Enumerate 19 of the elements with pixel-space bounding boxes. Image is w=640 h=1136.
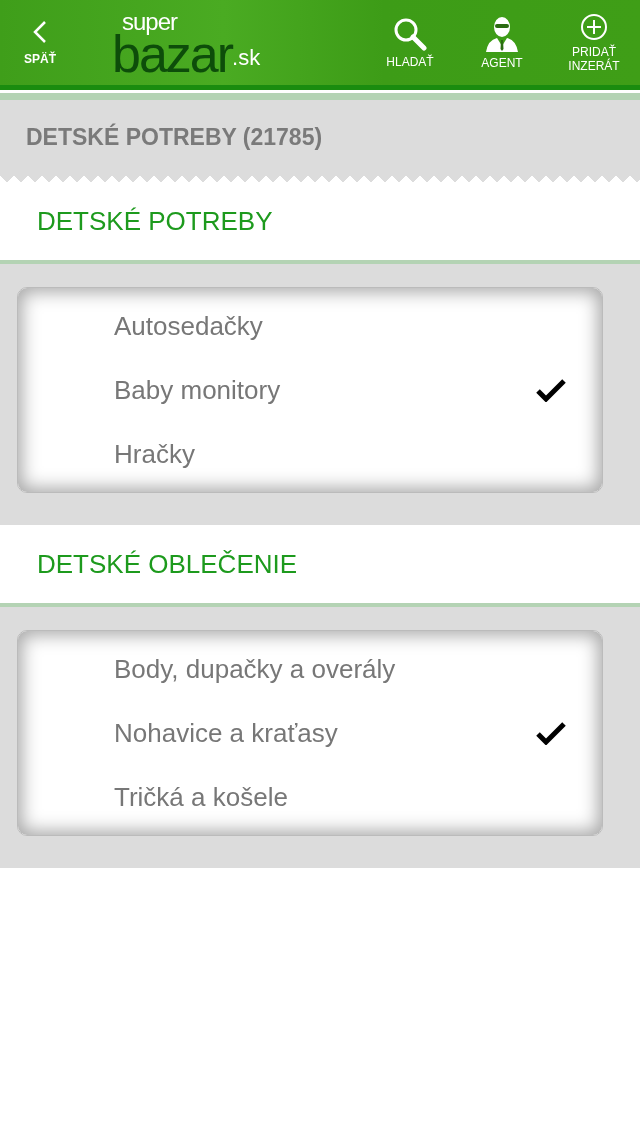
picker-wheel[interactable]: Body, dupačky a overály Nohavice a kraťasy Tričká a košele	[17, 630, 603, 836]
back-icon	[33, 19, 47, 44]
agent-button[interactable]: AGENT	[456, 2, 548, 83]
picker-option[interactable]: Hračky	[114, 438, 195, 470]
back-button[interactable]: SPÄŤ	[0, 2, 80, 83]
picker-option[interactable]: Tričká a košele	[114, 781, 288, 813]
agent-icon	[484, 15, 520, 52]
search-button[interactable]: HLADAŤ	[364, 2, 456, 83]
plus-circle-icon	[580, 12, 608, 41]
add-button[interactable]: PRIDAŤ INZERÁT	[548, 2, 640, 83]
search-icon	[393, 16, 427, 51]
logo-text: .sk	[232, 44, 261, 70]
page-title: DETSKÉ POTREBY (21785)	[26, 124, 323, 151]
picker-option[interactable]: Autosedačky	[114, 310, 263, 342]
picker-option[interactable]: Nohavice a kraťasy	[114, 717, 338, 749]
picker-option[interactable]: Baby monitory	[114, 374, 281, 406]
picker-option[interactable]: Body, dupačky a overály	[114, 653, 396, 685]
logo-text: super	[122, 10, 178, 33]
picker-wheel[interactable]: Autosedačky Baby monitory Hračky	[17, 287, 603, 493]
